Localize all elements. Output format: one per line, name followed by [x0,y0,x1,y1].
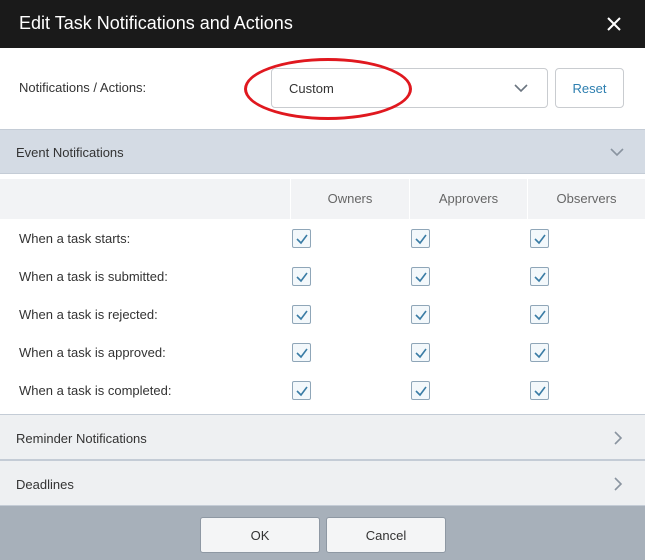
checkbox-task-approved-approvers[interactable] [411,343,430,362]
row-label-task-starts: When a task starts: [19,231,131,246]
column-approvers: Approvers [409,179,527,219]
checkbox-task-submitted-owners[interactable] [292,267,311,286]
notifications-actions-label: Notifications / Actions: [19,80,147,95]
checkbox-task-submitted-observers[interactable] [530,267,549,286]
checkbox-task-completed-approvers[interactable] [411,381,430,400]
checkmark-icon [415,348,427,359]
row-label-task-completed: When a task is completed: [19,383,172,398]
checkbox-task-starts-owners[interactable] [292,229,311,248]
dialog-title: Edit Task Notifications and Actions [19,13,293,33]
reminder-notifications-title: Reminder Notifications [16,431,147,446]
checkbox-task-completed-observers[interactable] [530,381,549,400]
notifications-actions-selected-value: Custom [289,81,334,96]
reminder-notifications-header[interactable]: Reminder Notifications [0,414,645,460]
row-label-task-rejected: When a task is rejected: [19,307,158,322]
checkmark-icon [534,348,546,359]
checkbox-task-approved-owners[interactable] [292,343,311,362]
checkmark-icon [534,234,546,245]
deadlines-title: Deadlines [16,477,74,492]
checkbox-task-approved-observers[interactable] [530,343,549,362]
ok-button[interactable]: OK [200,517,320,553]
checkmark-icon [415,272,427,283]
row-label-task-submitted: When a task is submitted: [19,269,168,284]
checkbox-task-rejected-owners[interactable] [292,305,311,324]
event-notifications-title: Event Notifications [16,145,124,160]
checkmark-icon [534,272,546,283]
checkbox-task-completed-owners[interactable] [292,381,311,400]
checkmark-icon [296,386,308,397]
checkmark-icon [296,234,308,245]
checkbox-task-starts-approvers[interactable] [411,229,430,248]
column-observers: Observers [527,179,645,219]
checkbox-task-rejected-approvers[interactable] [411,305,430,324]
checkmark-icon [534,386,546,397]
column-owners: Owners [290,179,409,219]
edit-task-notifications-dialog: Edit Task Notifications and Actions Noti… [0,0,645,560]
notifications-actions-select[interactable]: Custom [271,68,548,108]
row-label-task-approved: When a task is approved: [19,345,166,360]
checkmark-icon [415,234,427,245]
dialog-titlebar: Edit Task Notifications and Actions [0,0,645,48]
chevron-down-icon [610,148,624,157]
dialog-footer: OK Cancel [0,506,645,560]
chevron-right-icon [614,431,623,445]
checkbox-task-submitted-approvers[interactable] [411,267,430,286]
cancel-button[interactable]: Cancel [326,517,446,553]
chevron-right-icon [614,477,623,491]
chevron-down-icon [514,84,528,93]
deadlines-header[interactable]: Deadlines [0,460,645,506]
checkbox-task-starts-observers[interactable] [530,229,549,248]
close-icon [607,17,621,31]
close-button[interactable] [600,10,628,38]
event-notifications-header[interactable]: Event Notifications [0,129,645,174]
checkmark-icon [296,310,308,321]
checkmark-icon [415,310,427,321]
checkmark-icon [296,348,308,359]
checkbox-task-rejected-observers[interactable] [530,305,549,324]
checkmark-icon [415,386,427,397]
reset-button[interactable]: Reset [555,68,624,108]
checkmark-icon [296,272,308,283]
checkmark-icon [534,310,546,321]
